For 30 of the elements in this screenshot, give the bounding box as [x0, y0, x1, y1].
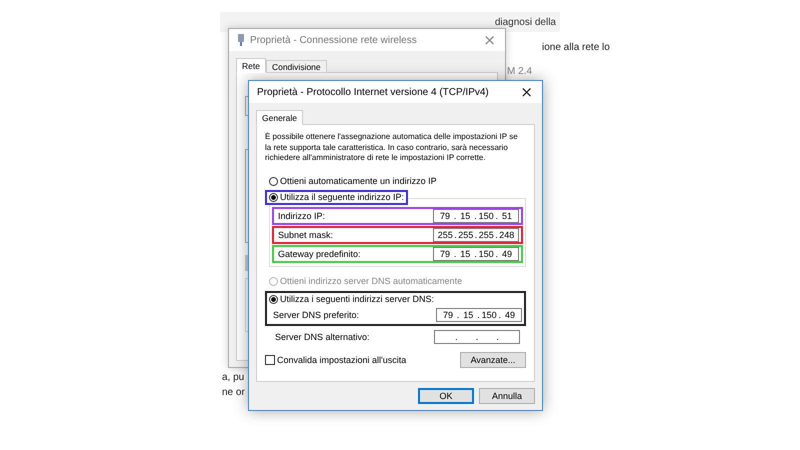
radio-option[interactable]: Utilizza il seguente indirizzo IP: [265, 190, 408, 204]
ip-address-field[interactable]: 79 . 15 . 150 . 49 [433, 246, 519, 260]
tab[interactable]: Rete [236, 58, 266, 73]
field-label: Subnet mask: [278, 230, 334, 240]
radio-option[interactable]: Utilizza i seguenti indirizzi server DNS: [267, 292, 436, 306]
advanced-button[interactable]: Avanzate... [460, 352, 526, 368]
window-title: Proprietà - Connessione rete wireless [250, 34, 418, 46]
ip-address-field[interactable]: 79 . 15 . 150 . 51 [433, 208, 519, 222]
field-label: Indirizzo IP: [278, 210, 326, 220]
page-text: M 2.4 [507, 66, 532, 77]
window-title: Proprietà - Protocollo Internet versione 4 (TCP/IPv4) [257, 86, 490, 98]
toolbar-text: diagnosi della [494, 16, 556, 28]
ip-address-field[interactable]: 79 . 15 . 150 . 49 [436, 308, 522, 322]
ip-address-field[interactable]: 255 . 255 . 255 . 248 [433, 228, 519, 242]
field-label: Server DNS preferito: [273, 310, 360, 320]
description-text: È possibile ottenere l'assegnazione automatica delle impostazioni IP se la rete supporta tale caratteristica. In caso contrario, sarà necessario richiedere all'amministratore di rete le impostazioni IP corrette. [265, 132, 519, 164]
close-button[interactable]: × [480, 33, 499, 47]
ok-button[interactable]: OK [418, 388, 474, 404]
tab[interactable]: Condivisione [266, 60, 327, 73]
ip-address-field[interactable]: . . . [434, 330, 520, 344]
validate-checkbox[interactable]: Convalida impostazioni all'uscita [265, 354, 406, 364]
cancel-button[interactable]: Annulla [479, 388, 535, 404]
field-label: Gateway predefinito: [278, 248, 361, 258]
tab[interactable]: Generale [256, 110, 303, 125]
field-label: Server DNS alternativo: [275, 332, 370, 342]
page-text: a, pu [222, 372, 244, 383]
close-button[interactable]: × [517, 85, 536, 99]
network-adapter-icon [237, 34, 245, 46]
page-text: ione alla rete lo [542, 42, 610, 53]
page-text: ne or [222, 387, 245, 398]
